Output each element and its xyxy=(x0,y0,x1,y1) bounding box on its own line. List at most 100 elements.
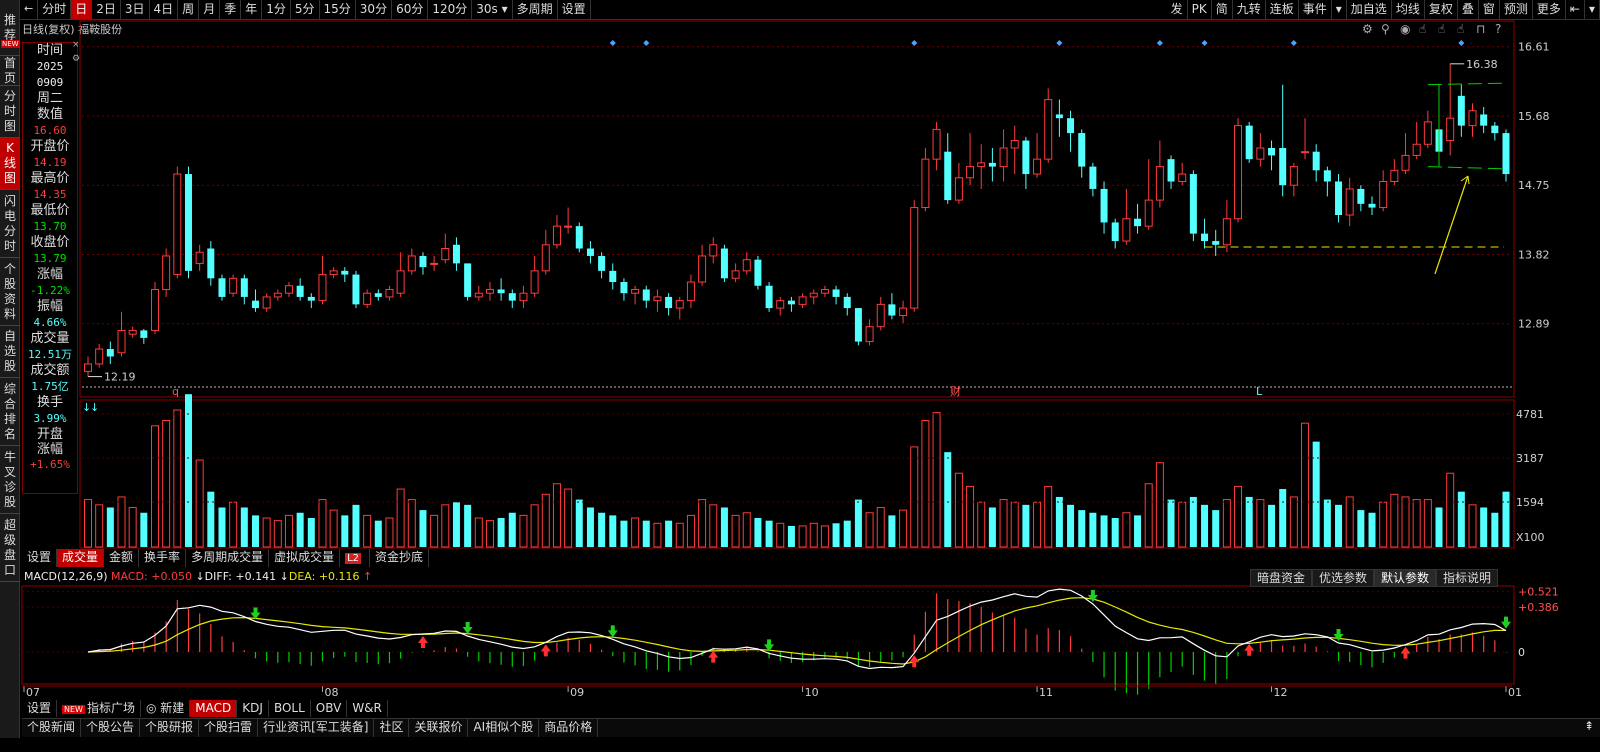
death-cross-arrow-icon[interactable] xyxy=(607,625,618,638)
event-diamond-icon[interactable] xyxy=(643,40,650,46)
candle-body[interactable] xyxy=(575,226,583,249)
volume-tab-4[interactable]: 多周期成交量 xyxy=(186,549,270,567)
bottom-tab-6[interactable]: 关联报价 xyxy=(409,719,469,737)
candle-body[interactable] xyxy=(910,207,919,309)
candle-body[interactable] xyxy=(742,259,751,272)
candle-body[interactable] xyxy=(385,288,394,298)
candle-body[interactable] xyxy=(586,248,594,256)
event-diamond-icon[interactable] xyxy=(609,40,616,46)
candle-body[interactable] xyxy=(720,248,728,279)
candle-body[interactable] xyxy=(318,274,327,302)
candle-body[interactable] xyxy=(1279,147,1287,186)
candle-body[interactable] xyxy=(162,255,171,290)
candle-body[interactable] xyxy=(686,281,695,302)
candle-body[interactable] xyxy=(485,288,494,294)
indicator-tab-1[interactable]: NEW 指标广场 xyxy=(57,700,141,717)
candle-body[interactable] xyxy=(84,363,92,372)
candle-body[interactable] xyxy=(832,289,840,297)
candle-body[interactable] xyxy=(809,292,818,298)
candle-body[interactable] xyxy=(207,248,215,279)
annotation-arrow[interactable] xyxy=(1434,175,1469,275)
candle-body[interactable] xyxy=(787,300,795,305)
candle-body[interactable] xyxy=(430,262,439,265)
candle-body[interactable] xyxy=(262,296,271,309)
candle-body[interactable] xyxy=(1010,140,1019,149)
candle-body[interactable] xyxy=(765,285,773,309)
candle-body[interactable] xyxy=(944,151,952,201)
candle-body[interactable] xyxy=(977,162,986,168)
volume-tab-2[interactable]: 金额 xyxy=(104,549,140,567)
event-diamond-icon[interactable] xyxy=(1201,40,1208,46)
candle-body[interactable] xyxy=(1055,114,1063,119)
volume-tab-0[interactable]: 设置 xyxy=(22,549,58,567)
candle-body[interactable] xyxy=(1201,233,1209,242)
candle-body[interactable] xyxy=(1089,166,1097,189)
candle-body[interactable] xyxy=(999,147,1008,168)
golden-cross-arrow-icon[interactable] xyxy=(708,650,719,663)
candle-body[interactable] xyxy=(519,292,528,302)
volume-tab-1[interactable]: 成交量 xyxy=(57,549,105,567)
candle-body[interactable] xyxy=(273,292,282,298)
candle-body[interactable] xyxy=(1401,154,1410,171)
chart-tool-icon-4[interactable]: ☝ xyxy=(1438,22,1445,36)
bottom-tab-8[interactable]: 商品价格 xyxy=(539,719,599,737)
bottom-tab-1[interactable]: 个股公告 xyxy=(81,719,141,737)
candle-body[interactable] xyxy=(1212,241,1220,245)
event-diamond-icon[interactable] xyxy=(1056,40,1063,46)
candle-body[interactable] xyxy=(396,270,405,294)
death-cross-arrow-icon[interactable] xyxy=(1501,616,1511,629)
candle-body[interactable] xyxy=(921,158,930,209)
candle-body[interactable] xyxy=(195,251,204,264)
candle-body[interactable] xyxy=(552,225,561,246)
candle-body[interactable] xyxy=(117,329,126,354)
candle-body[interactable] xyxy=(284,285,293,294)
candle-body[interactable] xyxy=(1323,170,1331,182)
candle-body[interactable] xyxy=(932,128,941,160)
mid-line[interactable] xyxy=(1427,166,1505,170)
candle-body[interactable] xyxy=(1234,125,1243,220)
candle-body[interactable] xyxy=(776,300,785,309)
close-icon[interactable]: × xyxy=(72,40,80,50)
indicator-tab-6[interactable]: OBV xyxy=(311,700,348,717)
candle-body[interactable] xyxy=(820,288,829,294)
candle-body[interactable] xyxy=(854,308,862,342)
candle-body[interactable] xyxy=(1134,218,1142,227)
candle-body[interactable] xyxy=(1144,199,1153,227)
candle-body[interactable] xyxy=(954,177,963,201)
candle-body[interactable] xyxy=(1222,218,1231,246)
indicator-tab-3[interactable]: MACD xyxy=(190,700,238,717)
death-cross-arrow-icon[interactable] xyxy=(462,622,473,635)
candle-body[interactable] xyxy=(754,259,762,286)
candle-body[interactable] xyxy=(1067,118,1075,134)
bottom-tab-0[interactable]: 个股新闻 xyxy=(22,719,82,737)
volume-tab-5[interactable]: 虚拟成交量 xyxy=(269,549,341,567)
candle-body[interactable] xyxy=(1301,151,1310,154)
bottom-tab-7[interactable]: AI相似个股 xyxy=(468,719,540,737)
candle-body[interactable] xyxy=(508,293,516,301)
candle-body[interactable] xyxy=(1468,110,1477,127)
chart-tool-icon-1[interactable]: ⚲ xyxy=(1381,22,1390,36)
candle-body[interactable] xyxy=(1189,174,1197,234)
event-diamond-icon[interactable] xyxy=(1290,40,1297,46)
candle-body[interactable] xyxy=(240,278,248,297)
volume-tab-7[interactable]: 资金抄底 xyxy=(370,549,430,567)
candle-body[interactable] xyxy=(865,326,874,343)
candle-body[interactable] xyxy=(598,255,606,271)
candle-body[interactable] xyxy=(1033,158,1042,175)
candle-body[interactable] xyxy=(1312,151,1320,171)
bottom-tab-4[interactable]: 行业资讯[军工装备] xyxy=(258,719,375,737)
indicator-tab-5[interactable]: BOLL xyxy=(269,700,311,717)
resistance-line[interactable] xyxy=(1427,82,1505,86)
candle-body[interactable] xyxy=(341,270,349,275)
candle-body[interactable] xyxy=(709,244,718,257)
gear-icon[interactable]: ⚙ xyxy=(72,54,80,64)
candle-body[interactable] xyxy=(1345,188,1354,216)
candle-body[interactable] xyxy=(307,296,315,301)
golden-cross-arrow-icon[interactable] xyxy=(417,636,428,649)
candle-body[interactable] xyxy=(843,296,851,309)
candle-body[interactable] xyxy=(1446,117,1455,142)
chart-tool-icon-3[interactable]: ☝ xyxy=(1419,22,1426,36)
volume-tab-3[interactable]: 换手率 xyxy=(139,549,187,567)
candle-body[interactable] xyxy=(642,289,650,301)
candle-body[interactable] xyxy=(251,300,259,309)
